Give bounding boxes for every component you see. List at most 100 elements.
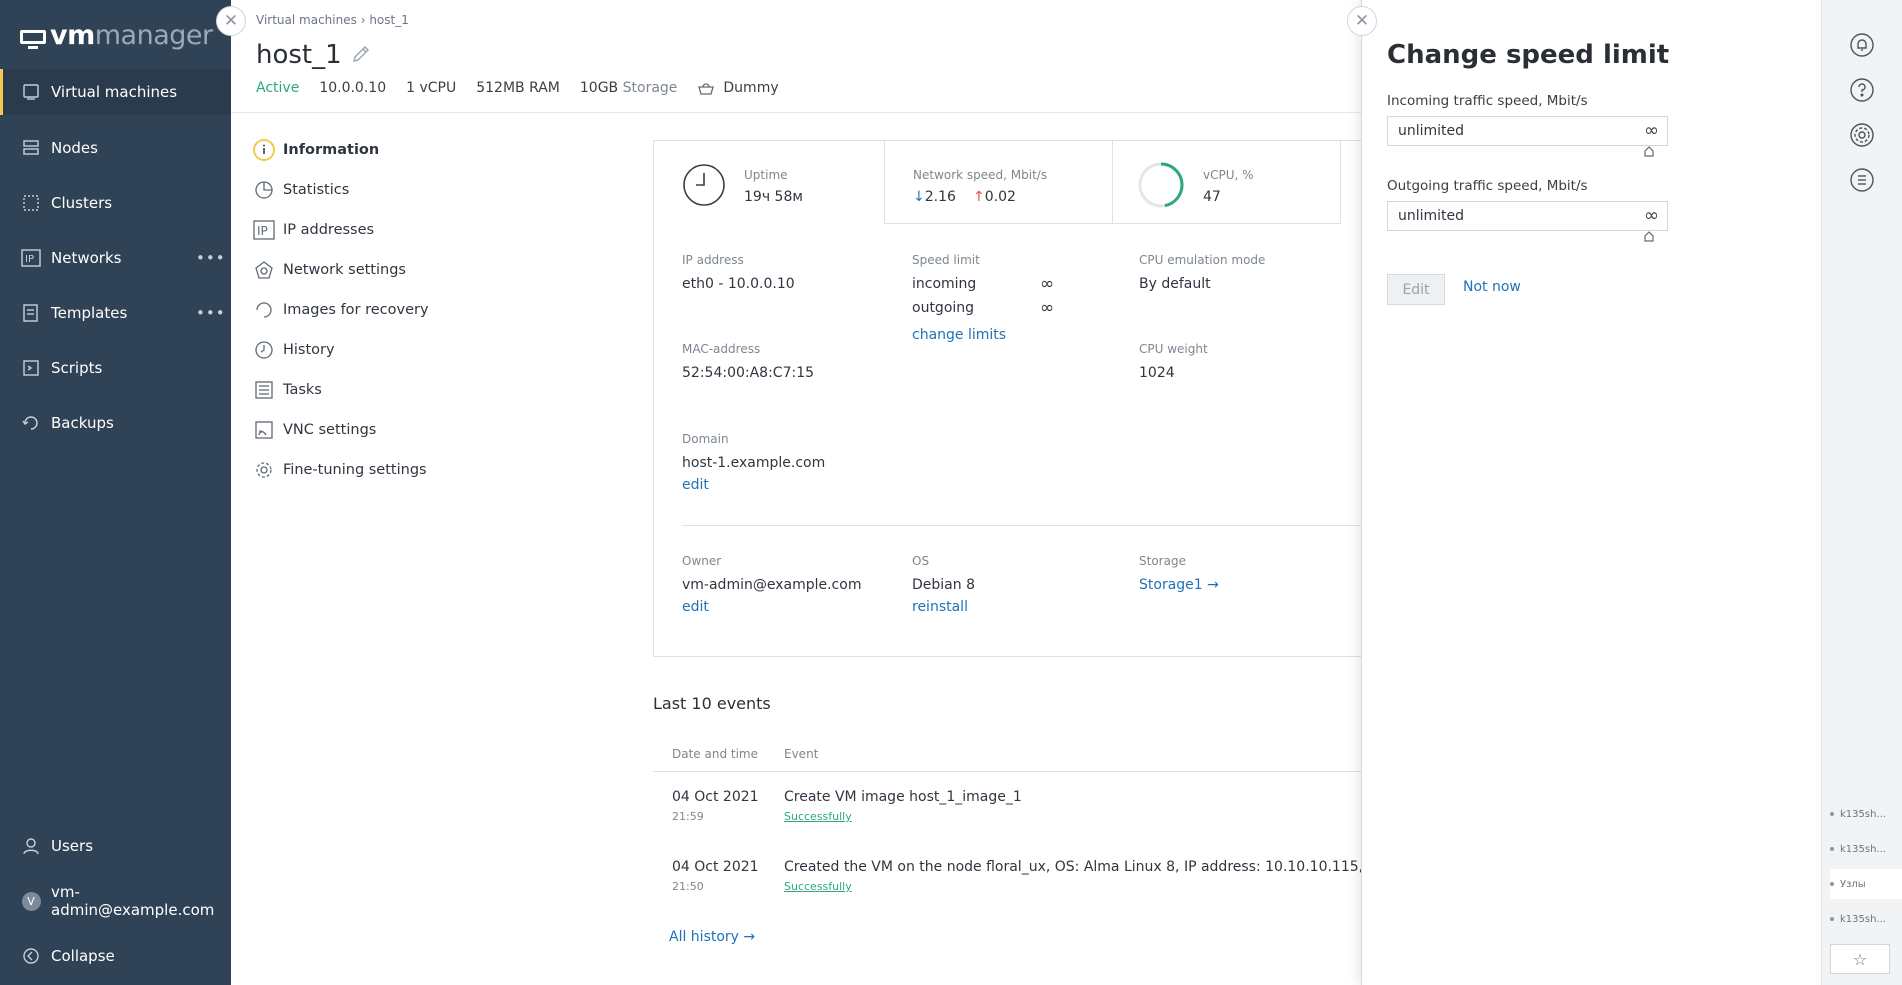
events-col-event: Event <box>784 747 819 761</box>
incoming-speed-input[interactable]: unlimited ∞ <box>1387 116 1668 146</box>
rail-tab[interactable]: k135sh... <box>1830 904 1902 934</box>
sidebar-item-virtual-machines[interactable]: Virtual machines <box>0 69 231 115</box>
sidebar-item-scripts[interactable]: Scripts <box>0 345 231 391</box>
sidebar-item-networks[interactable]: IP Networks ••• <box>0 235 231 281</box>
summary-vcpu: 1 vCPU <box>406 80 457 96</box>
sidebar-item-label: Nodes <box>51 139 98 157</box>
os-reinstall-link[interactable]: reinstall <box>912 599 968 615</box>
submenu-statistics[interactable]: Statistics <box>253 178 349 202</box>
sidebar-item-nodes[interactable]: Nodes <box>0 125 231 171</box>
ip-icon: IP <box>253 219 275 241</box>
not-now-button[interactable]: Not now <box>1463 279 1521 295</box>
submenu-images-for-recovery[interactable]: Images for recovery <box>253 298 429 322</box>
sidebar-item-users[interactable]: Users <box>0 823 231 869</box>
sidebar-item-collapse[interactable]: Collapse <box>0 933 231 979</box>
storage-link[interactable]: Storage1 → <box>1139 577 1219 593</box>
logo[interactable]: vm manager <box>20 20 213 51</box>
submenu-information[interactable]: Information <box>253 138 379 162</box>
help-icon[interactable] <box>1847 75 1877 105</box>
events-title: Last 10 events <box>653 694 771 713</box>
edit-button[interactable]: Edit <box>1387 274 1445 305</box>
owner-edit-link[interactable]: edit <box>682 599 709 615</box>
collapse-icon <box>20 945 42 967</box>
infinity-icon: ∞ <box>1644 120 1659 141</box>
rail-tab[interactable]: Узлы <box>1830 869 1902 899</box>
network-speed-stat: Network speed, Mbit/s ↓2.16 ↑0.02 <box>885 141 1113 224</box>
more-icon[interactable]: ••• <box>196 249 226 267</box>
submenu-ip-addresses[interactable]: IP IP addresses <box>253 218 374 242</box>
pool-icon <box>698 83 715 95</box>
event-status[interactable]: Successfully <box>784 880 852 893</box>
network-speed-label: Network speed, Mbit/s <box>913 168 1048 182</box>
os-value: Debian 8 <box>912 577 975 593</box>
breadcrumb-current: host_1 <box>369 13 409 27</box>
bell-icon[interactable] <box>1847 30 1877 60</box>
speed-outgoing-label: outgoing <box>912 300 975 316</box>
rail-tab[interactable]: k135sh... <box>1830 799 1902 829</box>
sidebar-item-clusters[interactable]: Clusters <box>0 180 231 226</box>
speed-limit-label: Speed limit <box>912 253 980 267</box>
gear-icon[interactable] <box>1847 120 1877 150</box>
event-status[interactable]: Successfully <box>784 810 852 823</box>
summary-storage: 10GB Storage <box>579 80 678 96</box>
change-limits-link[interactable]: change limits <box>912 327 1006 343</box>
star-icon[interactable]: ☆ <box>1830 944 1890 974</box>
uptime-value: 19ч 58м <box>744 189 803 205</box>
all-history-link[interactable]: All history → <box>669 929 755 945</box>
infinity-icon: ∞ <box>1040 298 1055 318</box>
summary-ip: 10.0.0.10 <box>319 80 387 96</box>
close-panel-icon[interactable]: ✕ <box>1347 6 1377 36</box>
pie-chart-icon <box>253 179 275 201</box>
sidebar-item-label: Clusters <box>51 194 113 212</box>
os-label: OS <box>912 554 930 568</box>
event-date: 04 Oct 2021 <box>672 789 759 805</box>
submenu-tasks[interactable]: Tasks <box>253 378 322 402</box>
vcpu-stat: vCPU, % 47 <box>1113 141 1341 224</box>
avatar: V <box>20 890 42 912</box>
pencil-icon[interactable] <box>351 44 371 64</box>
sidebar-item-templates[interactable]: Templates ••• <box>0 290 231 336</box>
breadcrumb-separator: › <box>360 13 366 27</box>
event-text: Create VM image host_1_image_1 <box>784 789 1022 805</box>
logo-icon <box>20 26 46 49</box>
incoming-slider-handle[interactable] <box>1643 145 1655 157</box>
domain-label: Domain <box>682 432 729 446</box>
nodes-icon <box>20 137 42 159</box>
rail-tab[interactable]: k135sh... <box>1830 834 1902 864</box>
outgoing-slider-handle[interactable] <box>1643 230 1655 242</box>
submenu-vnc-settings[interactable]: VNC settings <box>253 418 376 442</box>
close-icon[interactable]: ✕ <box>216 6 246 36</box>
domain-edit-link[interactable]: edit <box>682 477 709 493</box>
outgoing-speed-input[interactable]: unlimited ∞ <box>1387 201 1668 231</box>
cpu-mode-value: By default <box>1139 276 1211 292</box>
vnc-icon <box>253 419 275 441</box>
owner-value: vm-admin@example.com <box>682 577 862 593</box>
header-divider <box>231 112 1361 113</box>
events-header-divider <box>653 771 1361 772</box>
summary-ram: 512MB RAM <box>476 80 560 96</box>
owner-label: Owner <box>682 554 722 568</box>
mac-address-value: 52:54:00:A8:C7:15 <box>682 365 815 381</box>
sidebar-item-label: Networks <box>51 249 122 267</box>
cpu-weight-label: CPU weight <box>1139 342 1208 356</box>
logo-vm: vm <box>50 20 95 51</box>
logo-manager: manager <box>94 20 213 51</box>
breadcrumb-root[interactable]: Virtual machines <box>256 13 357 27</box>
submenu-label: Images for recovery <box>283 302 429 318</box>
clusters-icon <box>20 192 42 214</box>
panel-title: Change speed limit <box>1387 40 1670 70</box>
summary-pool[interactable]: Dummy <box>697 80 779 96</box>
user-icon <box>20 835 42 857</box>
submenu-fine-tuning-settings[interactable]: Fine-tuning settings <box>253 458 427 482</box>
gear-icon <box>253 459 275 481</box>
submenu-history[interactable]: History <box>253 338 335 362</box>
info-card: Uptime 19ч 58м Network speed, Mbit/s ↓2.… <box>653 140 1362 657</box>
vm-summary: Active 10.0.0.10 1 vCPU 512MB RAM 10GB S… <box>256 80 779 96</box>
storage-label: Storage <box>1139 554 1186 568</box>
list-icon[interactable] <box>1847 165 1877 195</box>
sidebar-item-backups[interactable]: Backups <box>0 400 231 446</box>
uptime-stat: Uptime 19ч 58м <box>654 141 885 224</box>
submenu-network-settings[interactable]: Network settings <box>253 258 406 282</box>
more-icon[interactable]: ••• <box>196 304 226 322</box>
sidebar-item-account[interactable]: V vm-admin@example.com <box>0 878 231 924</box>
